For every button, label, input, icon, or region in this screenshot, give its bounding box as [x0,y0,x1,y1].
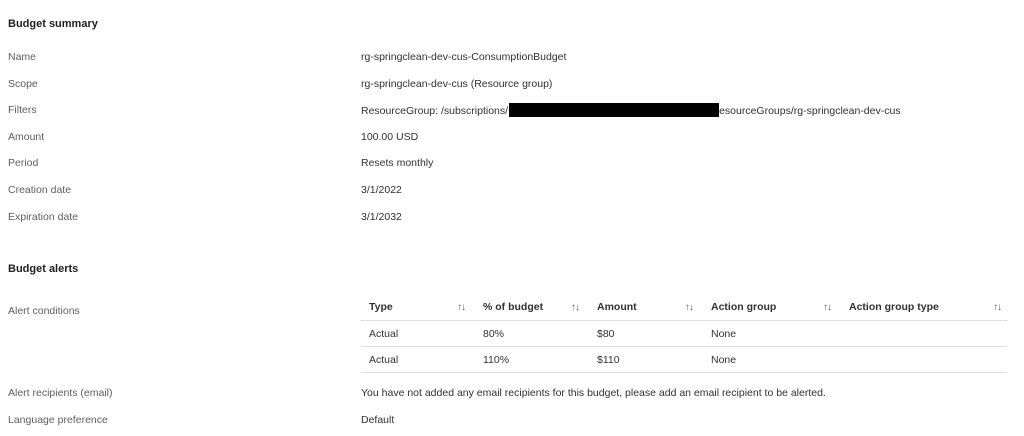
language-preference-label: Language preference [8,414,108,426]
column-header-action-group[interactable]: Action group ↑↓ [703,294,841,321]
amount-cell: $110 [589,346,703,373]
type-cell: Actual [361,346,475,373]
filters-value-suffix: esourceGroups/rg-springclean-dev-cus [719,104,901,117]
column-header-type[interactable]: Type ↑↓ [361,294,475,321]
scope-label: Scope [8,78,38,90]
alert-conditions-table: Type ↑↓ % of budget ↑↓ Amount ↑↓ Action gro… [361,294,1007,373]
column-header-action-group-type[interactable]: Action group type ↑↓ [841,294,1007,321]
expiration-date-value: 3/1/2032 [361,211,402,223]
budget-summary-title: Budget summary [8,18,98,30]
creation-date-value: 3/1/2022 [361,184,402,196]
sort-icon[interactable]: ↑↓ [993,302,1002,313]
creation-date-label: Creation date [8,184,72,196]
amount-cell: $80 [589,320,703,347]
sort-icon[interactable]: ↑↓ [457,302,466,313]
type-cell: Actual [361,320,475,347]
alert-conditions-label: Alert conditions [8,305,80,317]
alert-recipients-label: Alert recipients (email) [8,387,113,399]
language-preference-value: Default [361,414,395,426]
period-label: Period [8,157,39,169]
action-group-cell: None [703,346,841,373]
expiration-date-label: Expiration date [8,211,79,223]
redacted-block [509,103,720,117]
period-value: Resets monthly [361,157,434,169]
name-value: rg-springclean-dev-cus-ConsumptionBudget [361,51,567,63]
table-header-row: Type ↑↓ % of budget ↑↓ Amount ↑↓ Action gro… [361,294,1007,321]
budget-alerts-title: Budget alerts [8,263,79,275]
name-label: Name [8,51,37,63]
amount-value: 100.00 USD [361,131,419,143]
sort-icon[interactable]: ↑↓ [685,302,694,313]
action-group-cell: None [703,320,841,347]
filters-label: Filters [8,104,37,116]
percent-cell: 80% [475,320,589,347]
filters-value-prefix: ResourceGroup: /subscriptions/ [361,104,509,117]
scope-value: rg-springclean-dev-cus (Resource group) [361,78,553,90]
amount-label: Amount [8,131,45,143]
table-row: Actual 110% $110 None [361,346,1007,373]
table-row: Actual 80% $80 None [361,320,1007,347]
action-group-type-cell [841,346,1007,373]
column-header-percent[interactable]: % of budget ↑↓ [475,294,589,321]
column-header-amount[interactable]: Amount ↑↓ [589,294,703,321]
sort-icon[interactable]: ↑↓ [571,302,580,313]
sort-icon[interactable]: ↑↓ [823,302,832,313]
action-group-type-cell [841,320,1007,347]
filters-value: ResourceGroup: /subscriptions/esourceGro… [361,103,901,118]
percent-cell: 110% [475,346,589,373]
alert-recipients-value: You have not added any email recipients … [361,387,826,399]
